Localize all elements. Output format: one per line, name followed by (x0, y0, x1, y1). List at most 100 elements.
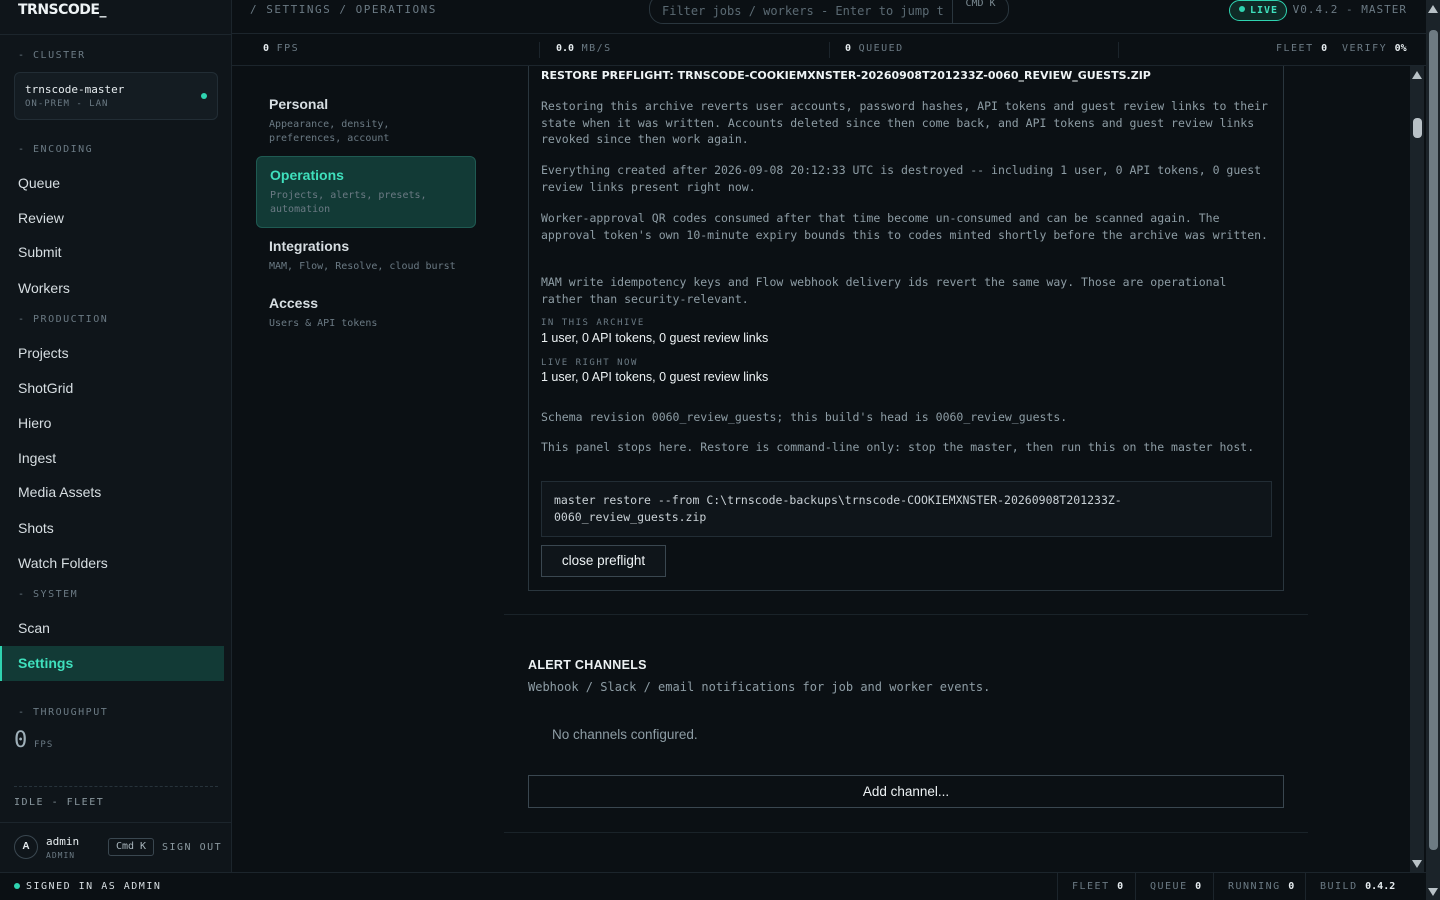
divider (1118, 42, 1119, 58)
throughput-value: 0 (14, 728, 28, 753)
status-footer: SIGNED IN AS ADMIN FLEET 0 QUEUE 0 RUNNI… (0, 872, 1426, 900)
sign-out-button[interactable]: SIGN OUT (162, 842, 222, 853)
nav-item-projects[interactable]: Projects (0, 336, 224, 371)
scroll-up-icon[interactable] (1428, 5, 1438, 13)
app-root: TRNSCODE_ - CLUSTER trnscode-master ON-P… (0, 0, 1440, 900)
divider (504, 832, 1308, 833)
schema-note: Schema revision 0060_review_guests; this… (541, 410, 1068, 424)
section-label-encoding: - ENCODING (18, 144, 94, 155)
settings-nav-access[interactable]: Access Users & API tokens (256, 285, 476, 341)
content-scrollbar[interactable] (1410, 66, 1424, 872)
settings-nav-title: Integrations (269, 238, 350, 254)
search-input[interactable]: Filter jobs / workers - Enter to jump t … (649, 0, 1009, 24)
settings-nav-personal[interactable]: Personal Appearance, density, preference… (256, 86, 476, 156)
nav-item-scan[interactable]: Scan (0, 611, 224, 646)
cluster-card[interactable]: trnscode-master ON-PREM - LAN (14, 72, 218, 120)
top-bar: / SETTINGS / OPERATIONS Filter jobs / wo… (232, 0, 1440, 34)
nav-item-ingest[interactable]: Ingest (0, 441, 224, 476)
stat-fleet: FLEET 0 (1276, 43, 1328, 54)
user-name: admin (46, 835, 80, 848)
live-dot-icon (1239, 6, 1245, 12)
stat-fps: 0 FPS (263, 43, 300, 54)
stats-bar: 0 FPS 0.0 MB/S 0 QUEUED FLEET 0 VERIFY 0… (232, 34, 1440, 66)
status-dot-icon (14, 883, 20, 889)
divider (829, 42, 830, 58)
section-label-system: - SYSTEM (18, 589, 79, 600)
settings-nav-title: Operations (270, 167, 344, 183)
scrollbar-thumb[interactable] (1413, 118, 1422, 138)
scroll-down-icon[interactable] (1412, 860, 1422, 868)
sidebar: TRNSCODE_ - CLUSTER trnscode-master ON-P… (0, 0, 232, 872)
stat-queued: 0 QUEUED (845, 43, 904, 54)
divider (1057, 873, 1058, 900)
preflight-paragraph: MAM write idempotency keys and Flow webh… (541, 275, 1227, 306)
preflight-paragraph: Everything created after 2026-09-08 20:1… (541, 163, 1262, 194)
footer-build: BUILD 0.4.2 (1320, 881, 1396, 892)
command-palette-button[interactable]: Cmd K (108, 838, 154, 856)
close-preflight-button[interactable]: close preflight (541, 545, 666, 577)
preflight-title: RESTORE PREFLIGHT: TRNSCODE-COOKIEMXNSTE… (541, 69, 1151, 82)
settings-nav-subtitle: Projects, alerts, presets, automation (270, 190, 427, 215)
divider (14, 786, 218, 787)
section-label-cluster: - CLUSTER (18, 50, 86, 61)
settings-nav-subtitle: MAM, Flow, Resolve, cloud burst (269, 261, 456, 272)
breadcrumb: / SETTINGS / OPERATIONS (250, 3, 437, 16)
section-label-throughput: - THROUGHPUT (18, 707, 109, 718)
avatar[interactable]: A (14, 835, 38, 859)
preflight-paragraph: Worker-approval QR codes consumed after … (541, 211, 1268, 242)
nav-item-hiero[interactable]: Hiero (0, 406, 224, 441)
nav-item-settings[interactable]: Settings (0, 646, 224, 681)
restore-note: This panel stops here. Restore is comman… (541, 440, 1255, 454)
live-badge[interactable]: LIVE (1229, 0, 1287, 21)
stat-mbs: 0.0 MB/S (556, 43, 612, 54)
section-label-production: - PRODUCTION (18, 314, 109, 325)
settings-nav-subtitle: Appearance, density, preferences, accoun… (269, 119, 390, 144)
version-label: V0.4.2 - MASTER (1292, 3, 1407, 16)
fleet-status: IDLE - FLEET (14, 797, 105, 808)
alert-channels-subtitle: Webhook / Slack / email notifications fo… (528, 680, 991, 694)
nav-item-workers[interactable]: Workers (0, 271, 224, 306)
live-label: LIVE (1250, 5, 1279, 16)
archive-value: 1 user, 0 API tokens, 0 guest review lin… (541, 331, 769, 345)
footer-fleet: FLEET 0 (1072, 881, 1124, 892)
divider (504, 614, 1308, 615)
scrollbar-thumb[interactable] (1429, 30, 1438, 850)
divider (1213, 873, 1214, 900)
app-logo[interactable]: TRNSCODE_ (18, 2, 107, 18)
settings-nav-title: Access (269, 295, 319, 311)
stat-verify: VERIFY 0% (1342, 43, 1407, 54)
scroll-down-icon[interactable] (1428, 888, 1438, 896)
signed-in-status: SIGNED IN AS ADMIN (14, 881, 161, 892)
nav-item-review[interactable]: Review (0, 201, 224, 236)
empty-state: No channels configured. (552, 727, 698, 742)
settings-nav-title: Personal (269, 96, 329, 112)
nav-item-watch-folders[interactable]: Watch Folders (0, 546, 224, 581)
live-now-value: 1 user, 0 API tokens, 0 guest review lin… (541, 370, 769, 384)
divider (1305, 873, 1306, 900)
cluster-location: ON-PREM - LAN (25, 99, 109, 109)
page-scrollbar[interactable] (1426, 0, 1440, 900)
search-placeholder: Filter jobs / workers - Enter to jump t (662, 4, 944, 18)
cluster-name: trnscode-master (25, 83, 125, 96)
live-now-label: LIVE RIGHT NOW (541, 358, 638, 368)
footer-running: RUNNING 0 (1228, 881, 1295, 892)
settings-nav-subtitle: Users & API tokens (269, 318, 378, 329)
user-role: ADMIN (46, 851, 76, 860)
divider (0, 822, 232, 823)
add-channel-button[interactable]: Add channel... (528, 775, 1284, 808)
alert-channels-title: ALERT CHANNELS (528, 658, 647, 672)
footer-queue: QUEUE 0 (1150, 881, 1202, 892)
nav-item-submit[interactable]: Submit (0, 235, 224, 270)
settings-nav-integrations[interactable]: Integrations MAM, Flow, Resolve, cloud b… (256, 228, 476, 284)
nav-item-shotgrid[interactable]: ShotGrid (0, 371, 224, 406)
divider (0, 34, 232, 35)
nav-item-media-assets[interactable]: Media Assets (0, 475, 224, 510)
nav-item-queue[interactable]: Queue (0, 166, 224, 201)
settings-nav-operations[interactable]: Operations Projects, alerts, presets, au… (256, 156, 476, 228)
scroll-up-icon[interactable] (1412, 71, 1422, 79)
divider (1135, 873, 1136, 900)
preflight-paragraph: Restoring this archive reverts user acco… (541, 99, 1268, 146)
throughput-unit: FPS (34, 740, 54, 750)
nav-item-shots[interactable]: Shots (0, 511, 224, 546)
restore-command[interactable]: master restore --from C:\trnscode-backup… (541, 481, 1272, 537)
